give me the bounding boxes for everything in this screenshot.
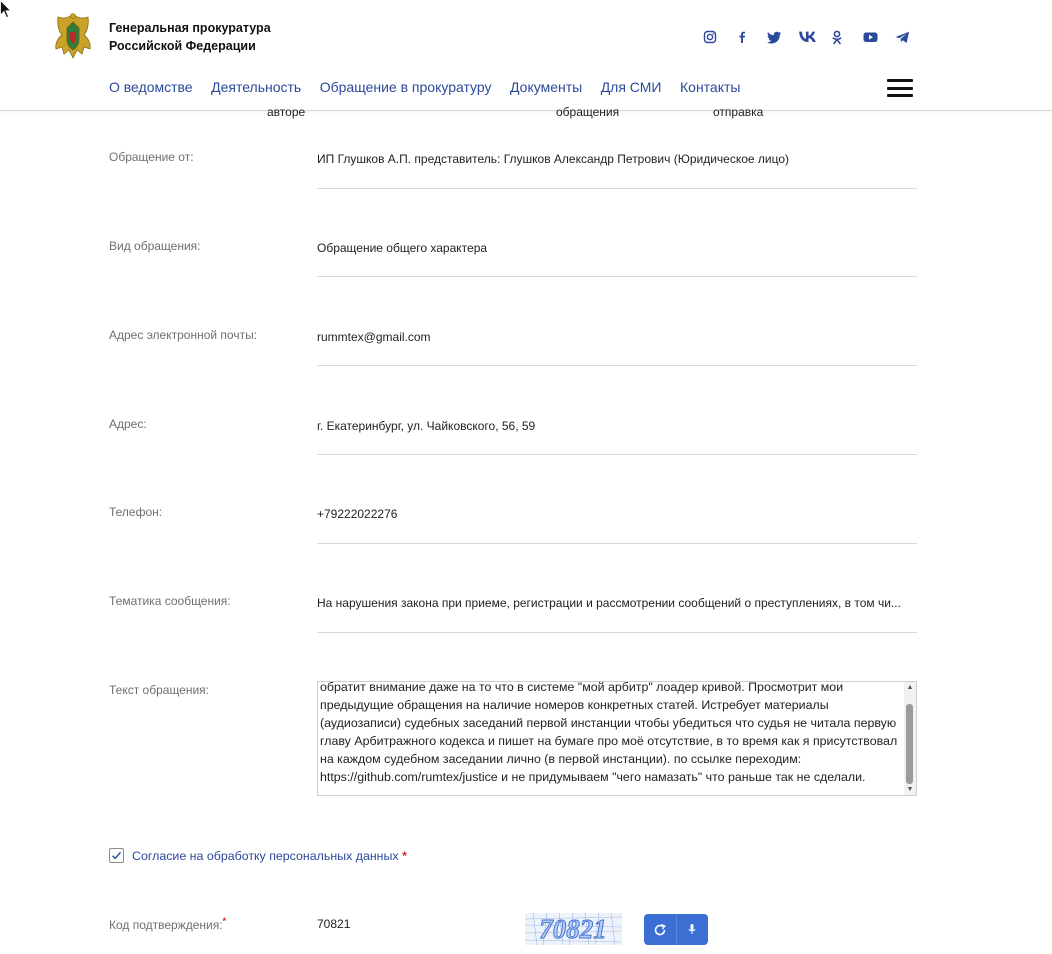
divider — [317, 365, 917, 366]
text-label: Текст обращения: — [109, 683, 210, 697]
address-label: Адрес: — [109, 417, 147, 431]
org-name[interactable]: Генеральная прокуратура Российской Федер… — [109, 19, 309, 55]
scrollbar-thumb[interactable] — [906, 704, 913, 784]
instagram-icon[interactable] — [702, 28, 734, 46]
scroll-up-icon[interactable]: ▲ — [904, 683, 916, 693]
required-mark: * — [402, 849, 407, 863]
mouse-cursor-icon — [0, 0, 12, 19]
email-label: Адрес электронной почты: — [109, 328, 258, 342]
scroll-down-icon[interactable]: ▼ — [904, 785, 916, 795]
hamburger-menu-icon[interactable] — [887, 79, 913, 97]
required-mark: * — [222, 916, 227, 926]
code-input[interactable]: 70821 — [317, 917, 350, 931]
from-label: Обращение от: — [109, 150, 194, 164]
nav-activity[interactable]: Деятельность — [211, 78, 301, 96]
twitter-icon[interactable] — [766, 28, 798, 46]
captcha-controls — [644, 914, 708, 945]
nav-about[interactable]: О ведомстве — [109, 78, 193, 96]
email-value: rummtex@gmail.com — [317, 330, 431, 344]
topic-label: Тематика сообщения: — [109, 594, 231, 608]
vk-icon[interactable] — [798, 28, 830, 46]
nav-media[interactable]: Для СМИ — [601, 78, 662, 96]
emblem-logo-icon[interactable] — [49, 10, 97, 62]
refresh-icon — [654, 923, 666, 935]
step-author-label: авторе — [267, 105, 306, 119]
step-appeal-label: обращения — [556, 105, 620, 119]
appeal-text-area[interactable]: обратит внимание даже на то что в систем… — [317, 681, 917, 796]
org-name-line1: Генеральная прокуратура — [109, 21, 271, 35]
consent-label[interactable]: Согласие на обработку персональных данны… — [132, 849, 407, 863]
consent-text: Согласие на обработку персональных данны… — [132, 849, 399, 863]
from-value: ИП Глушков А.П. представитель: Глушков А… — [317, 152, 790, 166]
odnoklassniki-icon[interactable] — [830, 28, 862, 46]
address-value: г. Екатеринбург, ул. Чайковского, 56, 59 — [317, 419, 536, 433]
nav-documents[interactable]: Документы — [510, 78, 582, 96]
checkmark-icon — [112, 851, 122, 860]
divider — [317, 276, 917, 277]
facebook-icon[interactable] — [734, 28, 766, 46]
captcha-text: 70821 — [539, 914, 607, 944]
divider — [317, 188, 917, 189]
type-value: Обращение общего характера — [317, 241, 488, 255]
code-label-text: Код подтверждения: — [109, 918, 223, 932]
topic-value: На нарушения закона при приеме, регистра… — [317, 596, 901, 610]
phone-label: Телефон: — [109, 505, 163, 519]
type-label: Вид обращения: — [109, 239, 201, 253]
divider — [317, 454, 917, 455]
org-name-line2: Российской Федерации — [109, 39, 256, 53]
social-links — [702, 28, 926, 46]
telegram-icon[interactable] — [894, 28, 926, 46]
main-nav: О ведомстве Деятельность Обращение в про… — [109, 78, 759, 96]
divider — [317, 632, 917, 633]
step-send-label: отправка — [713, 105, 764, 119]
consent-checkbox[interactable] — [109, 848, 124, 863]
refresh-captcha-button[interactable] — [644, 914, 676, 945]
microphone-icon — [688, 924, 696, 934]
youtube-icon[interactable] — [862, 28, 894, 46]
audio-captcha-button[interactable] — [675, 914, 709, 945]
site-header: Генеральная прокуратура Российской Федер… — [0, 0, 1052, 119]
phone-value: +79222022276 — [317, 507, 398, 521]
captcha-image: 70821 — [525, 913, 622, 945]
nav-appeal[interactable]: Обращение в прокуратуру — [320, 78, 492, 96]
nav-contacts[interactable]: Контакты — [680, 78, 740, 96]
textarea-scrollbar[interactable]: ▲ ▼ — [904, 682, 916, 795]
appeal-text-content: обратит внимание даже на то что в систем… — [320, 681, 898, 784]
code-label: Код подтверждения:* — [109, 916, 226, 932]
divider — [317, 543, 917, 544]
